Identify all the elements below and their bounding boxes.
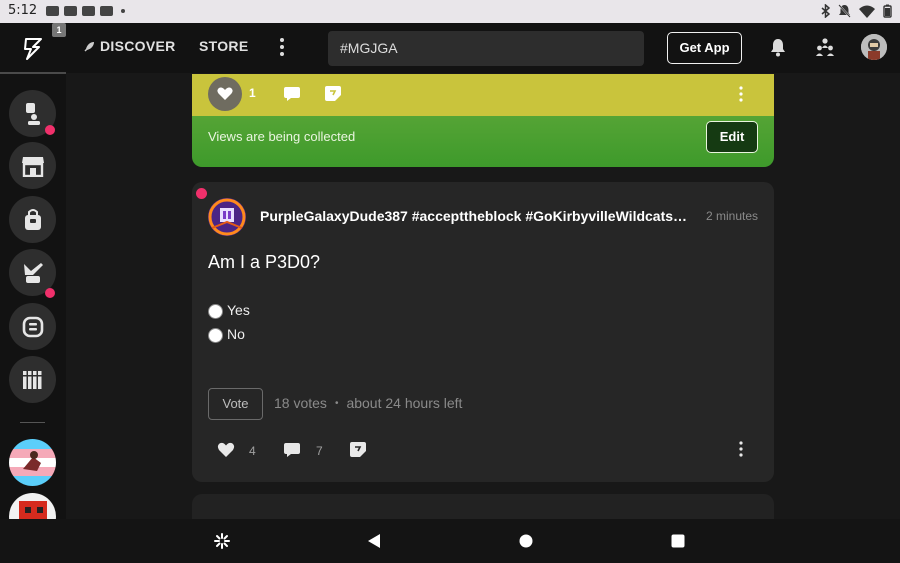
user-avatar[interactable]: [861, 34, 887, 60]
system-navigation-bar: [0, 519, 900, 563]
top-app-bar: 1 DISCOVER STORE #MGJGA Get App: [0, 23, 900, 73]
store-icon: [21, 156, 44, 177]
community-avatar-trans-flag: [9, 439, 56, 486]
chat-unread-badge: [45, 288, 55, 298]
edit-button[interactable]: Edit: [706, 121, 758, 153]
status-time: 5:12: [8, 3, 38, 18]
author-avatar-image: [208, 198, 246, 236]
bluetooth-icon: [821, 4, 830, 18]
featured-icon: [25, 102, 40, 125]
poll-stats: 18 votes • about 24 hours left: [274, 395, 462, 411]
share-icon[interactable]: [349, 441, 367, 459]
like-heart-icon[interactable]: [217, 441, 235, 459]
more-options-icon[interactable]: [276, 36, 288, 58]
previous-post-like-button[interactable]: [208, 77, 242, 111]
radio-button-icon[interactable]: [208, 304, 223, 319]
get-app-button[interactable]: Get App: [667, 32, 742, 64]
share-icon[interactable]: [324, 85, 342, 103]
post-more-options-icon[interactable]: [738, 441, 744, 457]
sidebar-bag-button[interactable]: [9, 196, 56, 243]
left-sidebar: [0, 74, 66, 540]
dnd-off-icon: [838, 4, 851, 18]
poll-option-yes[interactable]: Yes: [208, 300, 250, 319]
vote-count: 18 votes: [274, 395, 327, 411]
previous-post-body: [192, 74, 774, 116]
youtube-notification-icon-3: [100, 6, 113, 16]
logo-badge: 1: [52, 23, 66, 37]
notifications-bell-icon[interactable]: [769, 37, 787, 57]
poll-time-left: about 24 hours left: [346, 395, 463, 411]
previous-post-like-count: 1: [249, 86, 256, 100]
next-post-card[interactable]: [192, 494, 774, 519]
search-input[interactable]: #MGJGA: [328, 31, 644, 66]
sidebar-store-button[interactable]: [9, 142, 56, 189]
sparkle-icon: [214, 533, 230, 549]
youtube-notification-icon: [64, 6, 77, 16]
new-post-indicator: [196, 188, 207, 199]
discover-nav-link[interactable]: DISCOVER: [84, 38, 176, 54]
back-button[interactable]: [364, 531, 384, 551]
post-author-name[interactable]: PurpleGalaxyDude387 #accepttheblock #GoK…: [260, 208, 690, 224]
poll-option-label: Yes: [227, 301, 250, 318]
comment-icon[interactable]: [283, 441, 301, 459]
heart-icon: [217, 87, 233, 100]
author-avatar[interactable]: [208, 198, 246, 236]
previous-post-card: 1 Views are being collected Edit: [192, 74, 774, 167]
poll-question: Am I a P3D0?: [208, 252, 321, 272]
sidebar-library-button[interactable]: [9, 356, 56, 403]
notification-icons: [46, 6, 125, 16]
discover-label: DISCOVER: [100, 38, 176, 54]
members-icon[interactable]: [815, 37, 835, 57]
wifi-icon: [859, 5, 875, 18]
sidebar-community-1[interactable]: [9, 439, 56, 486]
like-count: 4: [249, 444, 256, 458]
sidebar-divider: [20, 422, 45, 423]
quiz-icon: [22, 316, 43, 337]
store-nav-link[interactable]: STORE: [199, 38, 248, 54]
comment-count: 7: [316, 444, 323, 458]
library-icon: [22, 370, 41, 389]
system-status-bar: 5:12: [0, 0, 900, 23]
comment-icon[interactable]: [283, 85, 301, 103]
recents-square-icon: [671, 534, 685, 548]
amino-logo-icon[interactable]: [20, 35, 46, 61]
rocket-icon: [84, 41, 94, 52]
poll-option-no[interactable]: No: [208, 324, 245, 343]
vote-button[interactable]: Vote: [208, 388, 263, 420]
main-feed[interactable]: 1 Views are being collected Edit PurpleG…: [66, 74, 900, 519]
separator-dot: •: [334, 397, 339, 409]
previous-post-more-icon[interactable]: [738, 86, 744, 102]
radio-button-icon[interactable]: [208, 328, 223, 343]
more-notifications-dot-icon: [121, 9, 125, 13]
battery-icon: [883, 4, 892, 18]
featured-unread-badge: [45, 125, 55, 135]
chat-quill-icon: [23, 262, 43, 283]
post-timestamp: 2 minutes: [705, 209, 758, 223]
assistant-button[interactable]: [212, 531, 232, 551]
poll-option-label: No: [227, 325, 245, 342]
views-status-text: Views are being collected: [208, 129, 356, 144]
system-icons: [821, 4, 892, 18]
poll-post-card[interactable]: PurpleGalaxyDude387 #accepttheblock #GoK…: [192, 182, 774, 482]
youtube-notification-icon-2: [82, 6, 95, 16]
home-circle-icon: [519, 534, 533, 548]
recents-button[interactable]: [668, 531, 688, 551]
home-button[interactable]: [516, 531, 536, 551]
sidebar-quiz-button[interactable]: [9, 303, 56, 350]
discord-notification-icon: [46, 6, 59, 16]
user-avatar-image: [861, 34, 887, 60]
shopping-bag-icon: [24, 208, 41, 230]
back-triangle-icon: [368, 534, 380, 548]
